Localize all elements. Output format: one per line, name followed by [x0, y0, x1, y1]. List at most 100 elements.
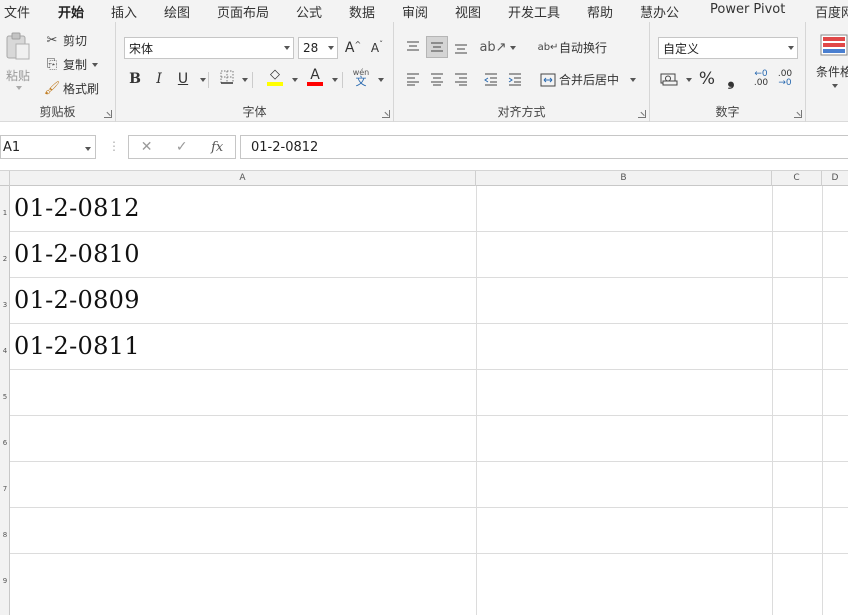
- row-header[interactable]: 3: [0, 301, 10, 309]
- tab-draw[interactable]: 绘图: [164, 2, 190, 21]
- tab-review[interactable]: 审阅: [402, 2, 428, 21]
- row-header[interactable]: 2: [0, 255, 10, 263]
- decrease-indent-icon: [484, 73, 497, 86]
- row-header[interactable]: 9: [0, 577, 10, 585]
- decrease-decimal-button[interactable]: .00 →0: [774, 68, 796, 90]
- cell-a4[interactable]: 01-2-0811: [14, 332, 140, 360]
- clipboard-launcher-icon[interactable]: [104, 110, 112, 118]
- align-bottom-button[interactable]: [450, 36, 472, 58]
- border-dropdown-icon[interactable]: [242, 78, 248, 82]
- worksheet-grid[interactable]: A B C D 1 2 3 4 5 6 7 8 9 01-2-0812 01-2…: [0, 170, 848, 615]
- align-top-button[interactable]: [402, 36, 424, 58]
- formula-input[interactable]: 01-2-0812: [240, 135, 848, 159]
- border-button[interactable]: [216, 68, 238, 90]
- conditional-formatting-button[interactable]: 条件格: [816, 34, 848, 88]
- tab-insert[interactable]: 插入: [111, 2, 137, 21]
- paste-button[interactable]: 粘贴: [4, 32, 32, 90]
- tab-file[interactable]: 文件: [4, 2, 30, 21]
- name-box[interactable]: A1: [0, 135, 96, 159]
- comma-icon: ❟: [727, 68, 735, 90]
- number-launcher-icon[interactable]: [794, 110, 802, 118]
- font-color-swatch: [307, 82, 323, 86]
- column-header-a[interactable]: A: [10, 171, 476, 186]
- percent-button[interactable]: %: [696, 68, 718, 90]
- row-header[interactable]: 7: [0, 485, 10, 493]
- row-header[interactable]: 1: [0, 209, 10, 217]
- tab-page-layout[interactable]: 页面布局: [217, 2, 269, 21]
- tab-home[interactable]: 开始: [58, 2, 85, 25]
- font-color-dropdown-icon[interactable]: [332, 78, 338, 82]
- underline-dropdown-icon[interactable]: [200, 78, 206, 82]
- shrink-font-button[interactable]: Aˇ: [366, 37, 388, 59]
- align-middle-button[interactable]: [426, 36, 448, 58]
- select-all-corner[interactable]: [0, 171, 10, 186]
- font-color-button[interactable]: A: [304, 66, 326, 88]
- phonetic-button[interactable]: wén 文: [350, 66, 372, 88]
- orientation-dropdown-icon[interactable]: [510, 46, 516, 50]
- row-header[interactable]: 6: [0, 439, 10, 447]
- accounting-format-button[interactable]: [658, 68, 680, 90]
- tab-data[interactable]: 数据: [349, 2, 375, 21]
- formula-bar-grip-icon[interactable]: ⋮: [108, 139, 120, 153]
- row-header[interactable]: 8: [0, 531, 10, 539]
- cell-a2[interactable]: 01-2-0810: [14, 240, 140, 268]
- divider: [342, 72, 343, 88]
- grow-font-button[interactable]: A ^: [342, 37, 364, 59]
- italic-button[interactable]: I: [148, 68, 170, 90]
- phonetic-icon: 文: [355, 75, 367, 88]
- accounting-dropdown-icon[interactable]: [686, 78, 692, 82]
- tab-help[interactable]: 帮助: [587, 2, 613, 21]
- column-header-c[interactable]: C: [772, 171, 822, 186]
- cut-button[interactable]: ✂ 剪切: [44, 32, 87, 49]
- phonetic-dropdown-icon[interactable]: [378, 78, 384, 82]
- tab-baidu[interactable]: 百度网: [815, 2, 848, 21]
- font-size-select[interactable]: 28: [298, 37, 338, 59]
- format-painter-button[interactable]: 🖌 格式刷: [44, 80, 99, 97]
- paste-dropdown-icon: [16, 86, 22, 90]
- alignment-launcher-icon[interactable]: [638, 110, 646, 118]
- cell-a1[interactable]: 01-2-0812: [14, 194, 140, 222]
- formula-buttons: ✕ ✓ fx: [128, 135, 236, 159]
- insert-function-icon[interactable]: fx: [211, 140, 223, 155]
- fill-color-dropdown-icon[interactable]: [292, 78, 298, 82]
- tab-huibangong[interactable]: 慧办公: [640, 2, 679, 21]
- increase-indent-button[interactable]: [504, 68, 526, 90]
- merge-center-label: 合并后居中: [559, 73, 620, 87]
- table-row: [10, 416, 848, 462]
- cancel-icon[interactable]: ✕: [141, 139, 153, 155]
- bold-button[interactable]: B: [124, 68, 146, 90]
- align-right-button[interactable]: [450, 68, 472, 90]
- copy-button[interactable]: ⎘ 复制: [44, 56, 99, 73]
- font-name-select[interactable]: 宋体: [124, 37, 294, 59]
- tab-formulas[interactable]: 公式: [296, 2, 322, 21]
- column-headers: A B C D: [0, 171, 848, 186]
- number-format-select[interactable]: 自定义: [658, 37, 798, 59]
- fill-color-button[interactable]: ◇: [264, 66, 286, 88]
- underline-button[interactable]: U: [172, 68, 194, 90]
- tab-power-pivot[interactable]: Power Pivot: [710, 2, 785, 17]
- increase-decimal-button[interactable]: ←0 .00: [750, 68, 772, 90]
- align-left-button[interactable]: [402, 68, 424, 90]
- confirm-icon[interactable]: ✓: [176, 139, 188, 155]
- orientation-button[interactable]: ab↗: [479, 36, 506, 58]
- wrap-text-button[interactable]: ab↵ 自动换行: [538, 39, 607, 56]
- align-left-icon: [407, 73, 419, 86]
- row-header[interactable]: 4: [0, 347, 10, 355]
- merge-center-button[interactable]: 合并后居中: [540, 71, 637, 88]
- decrease-indent-button[interactable]: [480, 68, 502, 90]
- font-launcher-icon[interactable]: [382, 110, 390, 118]
- column-header-d[interactable]: D: [822, 171, 848, 186]
- row-header[interactable]: 5: [0, 393, 10, 401]
- copy-icon: ⎘: [46, 57, 58, 72]
- cut-label: 剪切: [63, 34, 88, 48]
- tab-view[interactable]: 视图: [455, 2, 481, 21]
- column-header-b[interactable]: B: [476, 171, 772, 186]
- align-center-button[interactable]: [426, 68, 448, 90]
- cell-a3[interactable]: 01-2-0809: [14, 286, 140, 314]
- comma-button[interactable]: ❟: [720, 68, 742, 90]
- format-painter-label: 格式刷: [63, 82, 100, 96]
- table-row: 01-2-0812: [10, 186, 848, 232]
- copy-label: 复制: [63, 58, 88, 72]
- tab-developer[interactable]: 开发工具: [508, 2, 560, 21]
- ribbon-tab-bar: 文件 开始 插入 绘图 页面布局 公式 数据 审阅 视图 开发工具 帮助 慧办公…: [0, 0, 848, 25]
